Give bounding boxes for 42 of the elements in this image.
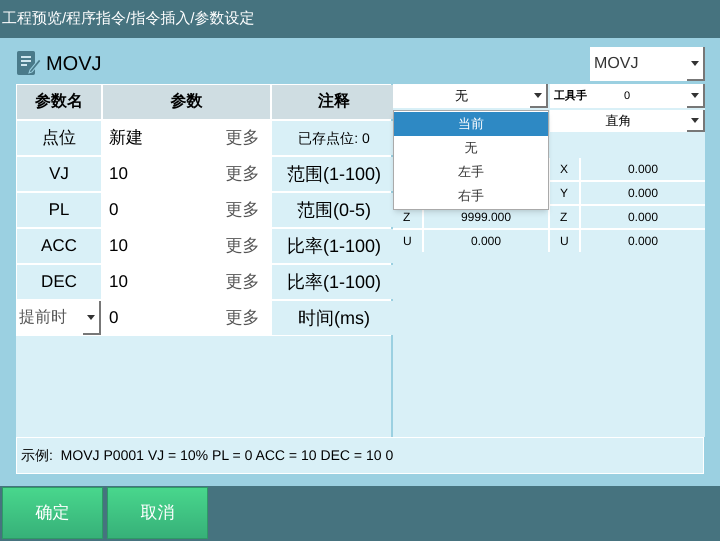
- axis-label: X: [550, 158, 579, 180]
- axis-value: 0.000: [581, 182, 705, 204]
- column-header: 注释: [272, 85, 396, 119]
- command-title: MOVJ: [46, 52, 102, 77]
- dropdown-option[interactable]: 无: [394, 136, 548, 160]
- dropdown-option[interactable]: 当前: [394, 112, 548, 136]
- example-text: 示例: MOVJ P0001 VJ = 10% PL = 0 ACC = 10 DEC = 10 0: [21, 446, 394, 465]
- axis-value: 0.000: [424, 230, 548, 252]
- caret-icon: [691, 92, 699, 98]
- command-dropdown[interactable]: MOVJ: [590, 47, 705, 81]
- edit-document-icon: [16, 50, 42, 78]
- breadcrumb: 工程预览/程序指令/指令插入/参数设定: [2, 8, 255, 29]
- param-note: 范围(1-100): [272, 157, 396, 191]
- axis-label: U: [393, 230, 422, 252]
- caret-icon: [534, 92, 542, 98]
- param-name: 点位: [17, 121, 101, 155]
- param-name: DEC: [17, 265, 101, 299]
- axis-label: U: [550, 230, 579, 252]
- column-header: 参数名: [17, 85, 101, 119]
- axis-label: Y: [550, 182, 579, 204]
- caret-icon: [87, 314, 95, 320]
- dropdown-option[interactable]: 右手: [394, 184, 548, 208]
- coordinate-dropdown[interactable]: 直角: [550, 110, 705, 132]
- column-header: 参数: [103, 85, 270, 119]
- axis-value: 0.000: [581, 158, 705, 180]
- caret-icon: [691, 60, 699, 66]
- param-note: 比率(1-100): [272, 265, 396, 299]
- param-note: 已存点位: 0: [272, 121, 396, 155]
- param-note: 范围(0-5): [272, 193, 396, 227]
- param-name: ACC: [17, 229, 101, 263]
- dropdown-option[interactable]: 左手: [394, 160, 548, 184]
- axis-label: Z: [550, 206, 579, 228]
- axis-value: 0.000: [581, 230, 705, 252]
- param-note: 时间(ms): [272, 301, 396, 335]
- caret-icon: [691, 118, 699, 122]
- param-name: VJ: [17, 157, 101, 191]
- tool-dropdown[interactable]: 工具手 0: [550, 84, 705, 108]
- param-name: PL: [17, 193, 101, 227]
- param-note: 比率(1-100): [272, 229, 396, 263]
- hand-dropdown[interactable]: 无: [393, 84, 548, 108]
- param-dropdown[interactable]: 提前时: [17, 301, 101, 335]
- axis-value: 0.000: [581, 206, 705, 228]
